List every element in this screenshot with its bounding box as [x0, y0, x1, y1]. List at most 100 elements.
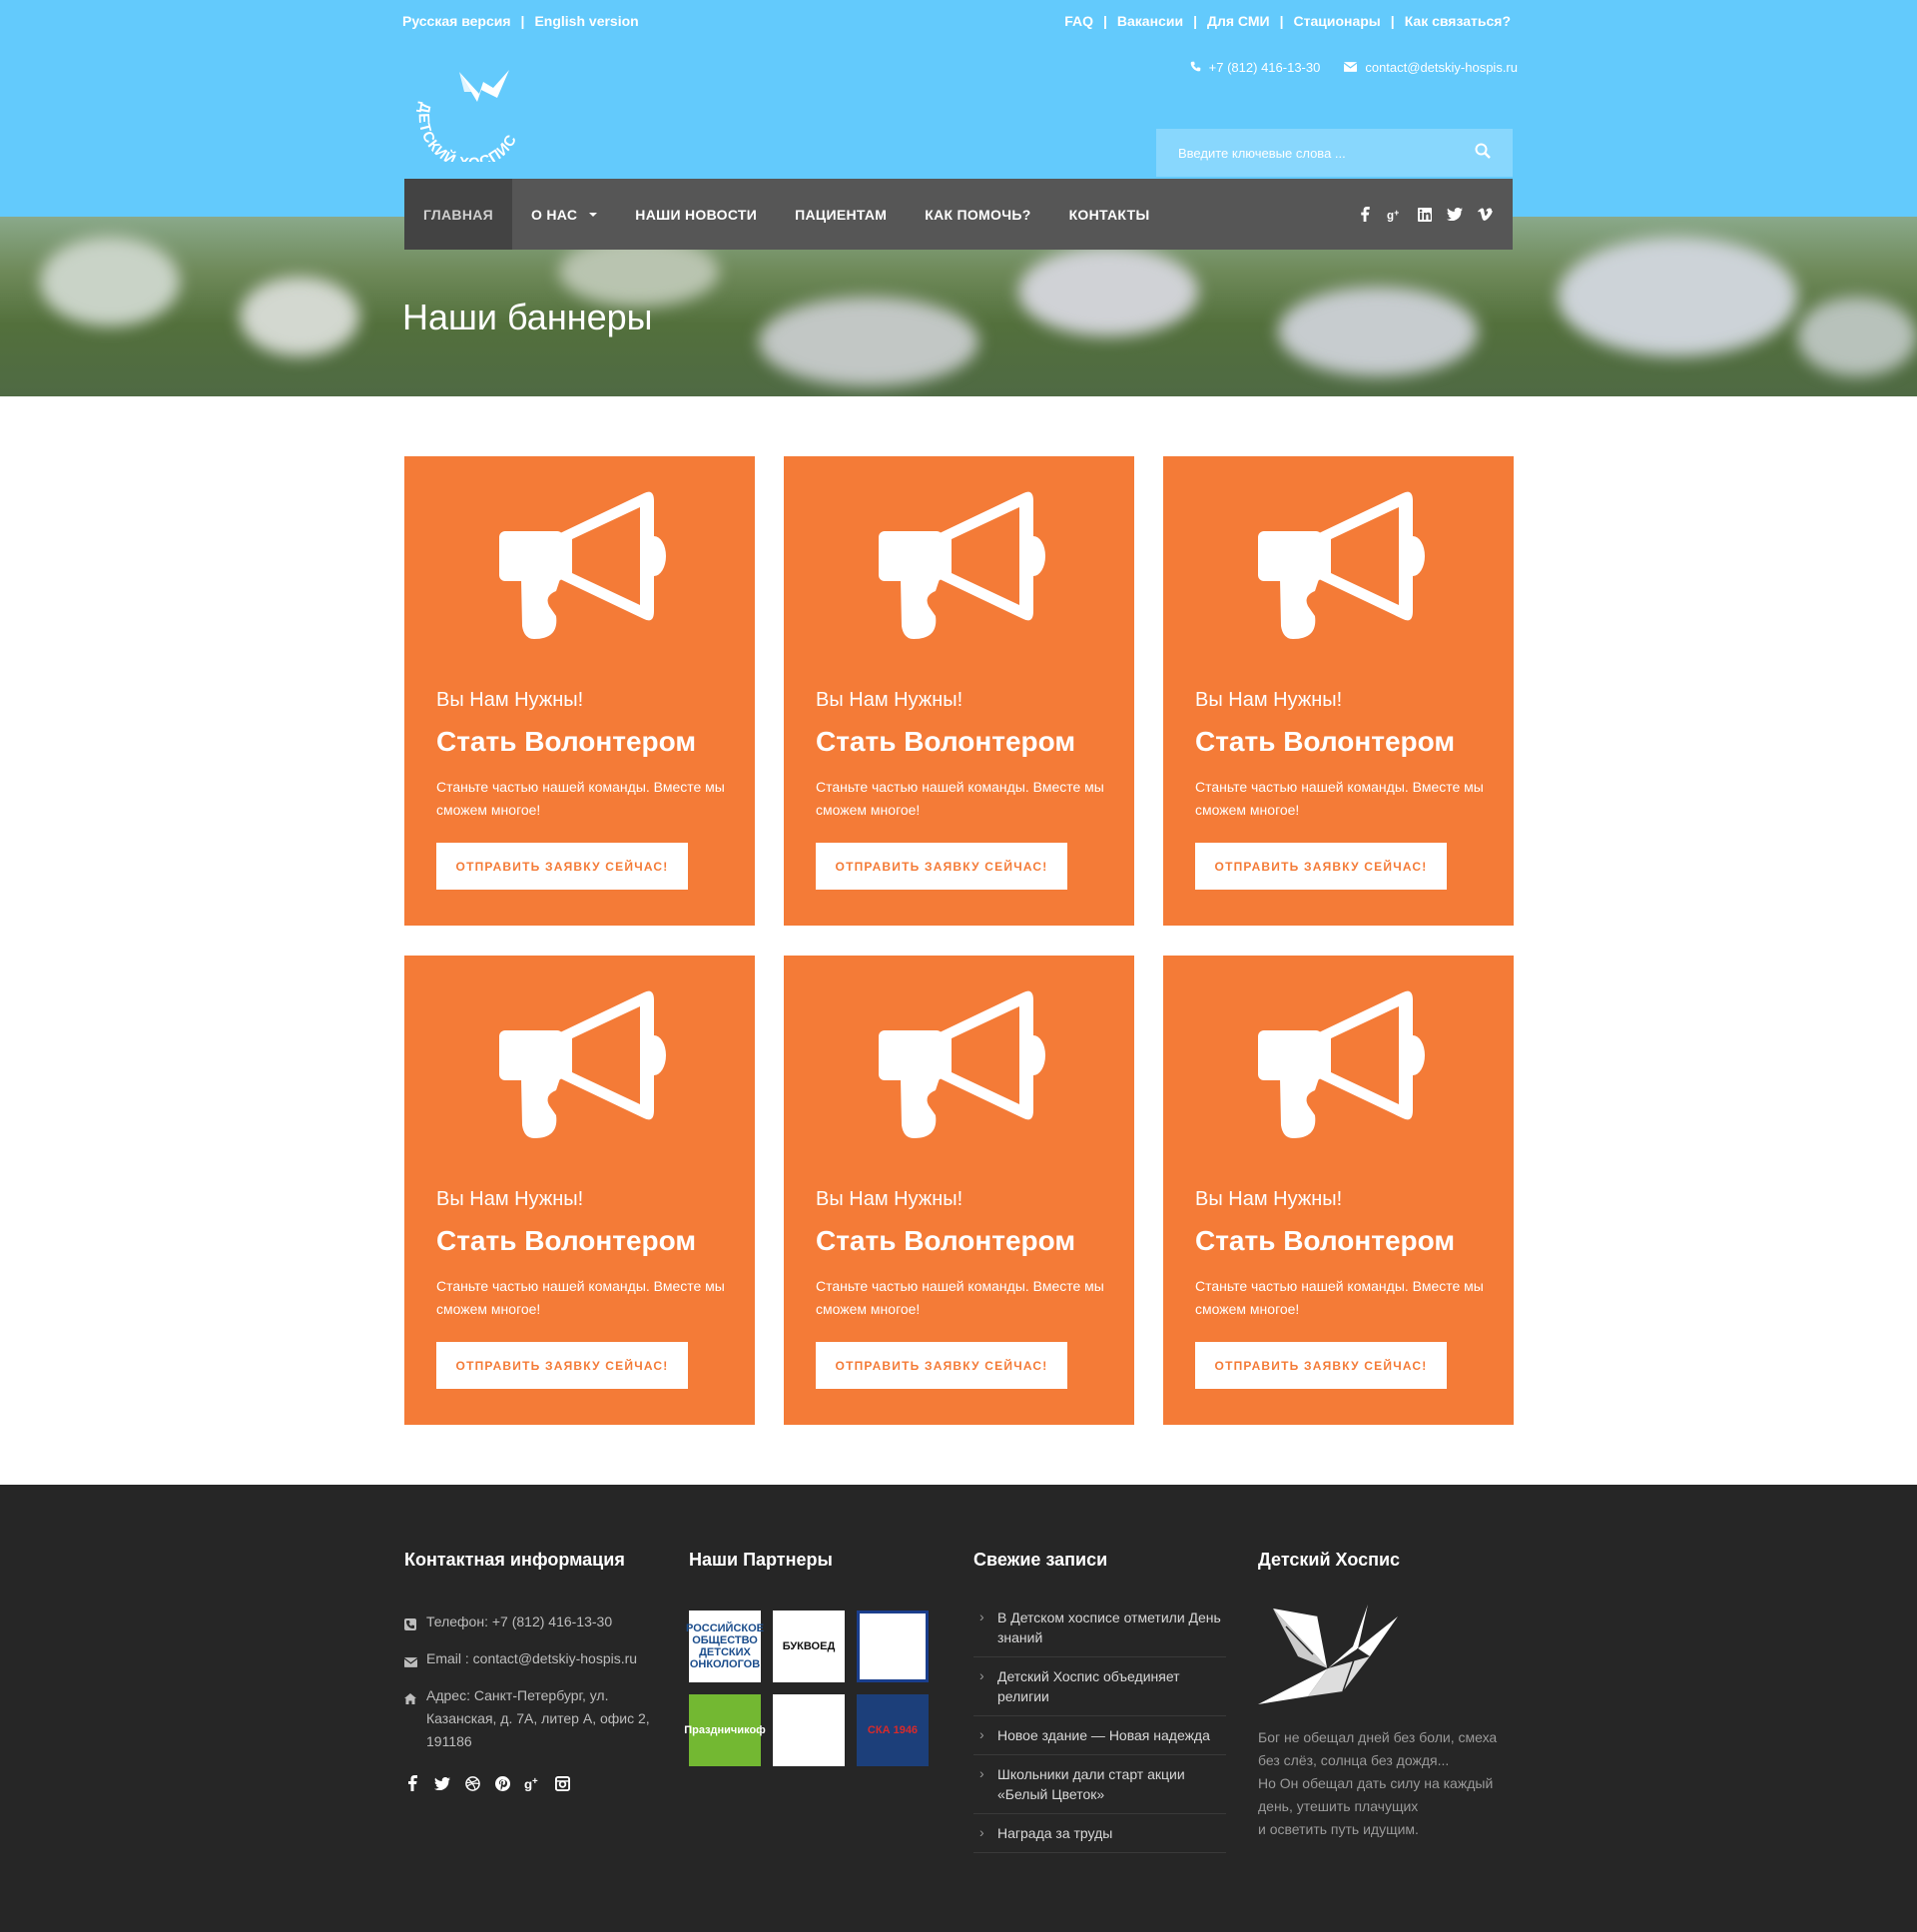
google-plus-icon[interactable]: g +	[1387, 207, 1403, 223]
card-description: Станьте частью нашей команды. Вместе мы …	[1195, 1278, 1484, 1317]
footer-partners-heading: Наши Партнеры	[689, 1550, 833, 1570]
card-title: Стать Волонтером	[436, 1225, 697, 1256]
envelope-icon	[1343, 60, 1358, 75]
nav-contacts[interactable]: КОНТАКТЫ	[1050, 179, 1169, 250]
volunteer-banner-card: Вы Нам Нужны! Стать Волонтером Станьте ч…	[404, 956, 755, 1425]
footer-hospice-column: Детский Хоспис Бог не обещал дней без бо…	[1258, 1550, 1518, 1841]
google-plus-icon[interactable]: g +	[524, 1775, 540, 1791]
partners-grid: РОССИЙСКОЕ ОБЩЕСТВО ДЕТСКИХ ОНКОЛОГОВ БУК…	[684, 1610, 929, 1766]
hero-bg-shape	[1797, 297, 1917, 376]
quote-line: день, утешить плачущих	[1258, 1798, 1419, 1814]
hero-bg-shape	[1558, 237, 1797, 356]
card-title: Стать Волонтером	[816, 726, 1076, 757]
site-footer: Контактная информация Телефон: +7 (812) …	[0, 1485, 1917, 1932]
partner-logo[interactable]: Праздничикоф	[684, 1694, 766, 1766]
pinterest-icon[interactable]	[494, 1775, 510, 1791]
twitter-icon[interactable]	[434, 1775, 450, 1791]
footer-social-links: g +	[404, 1775, 654, 1791]
card-subtitle: Вы Нам Нужны!	[436, 1188, 584, 1210]
svg-text:g: g	[524, 1776, 532, 1791]
partner-logo[interactable]	[773, 1694, 845, 1766]
nav-how-to-help[interactable]: КАК ПОМОЧЬ?	[906, 179, 1049, 250]
submit-application-button[interactable]: ОТПРАВИТЬ ЗАЯВКУ СЕЙЧАС!	[1195, 843, 1447, 890]
megaphone-icon	[1253, 491, 1428, 641]
partner-logo[interactable]: РОССИЙСКОЕ ОБЩЕСТВО ДЕТСКИХ ОНКОЛОГОВ	[686, 1610, 764, 1682]
submit-application-button[interactable]: ОТПРАВИТЬ ЗАЯВКУ СЕЙЧАС!	[436, 1342, 688, 1389]
card-description: Станьте частью нашей команды. Вместе мы …	[816, 1278, 1104, 1317]
instagram-icon[interactable]	[554, 1775, 570, 1791]
facebook-icon[interactable]	[404, 1775, 420, 1791]
card-title: Стать Волонтером	[436, 726, 697, 757]
footer-posts-heading: Свежие записи	[973, 1550, 1108, 1570]
submit-application-button[interactable]: ОТПРАВИТЬ ЗАЯВКУ СЕЙЧАС!	[816, 843, 1067, 890]
press-link[interactable]: Для СМИ	[1207, 13, 1270, 29]
footer-contact-column: Контактная информация Телефон: +7 (812) …	[403, 1550, 654, 1791]
footer-hospice-heading: Детский Хоспис	[1258, 1550, 1401, 1570]
megaphone-icon	[874, 990, 1048, 1140]
card-subtitle: Вы Нам Нужны!	[816, 689, 963, 711]
submit-application-button[interactable]: ОТПРАВИТЬ ЗАЯВКУ СЕЙЧАС!	[436, 843, 688, 890]
nav-patients[interactable]: ПАЦИЕНТАМ	[776, 179, 906, 250]
vimeo-icon[interactable]	[1477, 207, 1493, 223]
card-title: Стать Волонтером	[816, 1225, 1076, 1256]
main-nav: ГЛАВНАЯ О НАС НАШИ НОВОСТИ ПАЦИЕНТАМ КАК…	[404, 179, 1513, 250]
dribbble-icon[interactable]	[464, 1775, 480, 1791]
contact-us-link[interactable]: Как связаться?	[1405, 13, 1511, 29]
footer-address: Адрес: Санкт-Петербург, ул. Казанская, д…	[404, 1684, 654, 1753]
partner-logo[interactable]: БУКВОЕД	[773, 1610, 845, 1682]
recent-post-link[interactable]: Новое здание — Новая надежда	[973, 1716, 1226, 1755]
hospitals-link[interactable]: Стационары	[1293, 13, 1380, 29]
recent-post-link[interactable]: Детский Хоспис объединяет религии	[973, 1657, 1226, 1716]
card-description: Станьте частью нашей команды. Вместе мы …	[436, 1278, 725, 1317]
submit-application-button[interactable]: ОТПРАВИТЬ ЗАЯВКУ СЕЙЧАС!	[1195, 1342, 1447, 1389]
partner-logo[interactable]: СКА 1946	[857, 1694, 929, 1766]
footer-email[interactable]: Email : contact@detskiy-hospis.ru	[403, 1647, 654, 1674]
lang-english-link[interactable]: English version	[534, 13, 638, 29]
facebook-icon[interactable]	[1357, 207, 1373, 223]
card-title: Стать Волонтером	[1195, 726, 1456, 757]
page-title: Наши баннеры	[402, 297, 653, 337]
lang-russian-link[interactable]: Русская версия	[402, 13, 511, 29]
search-icon[interactable]	[1475, 143, 1491, 164]
quote-line: и осветить путь идущим.	[1258, 1821, 1419, 1837]
envelope-icon	[403, 1651, 418, 1674]
recent-post-link[interactable]: В Детском хосписе отметили День знаний	[973, 1599, 1226, 1657]
twitter-icon[interactable]	[1447, 207, 1463, 223]
card-subtitle: Вы Нам Нужны!	[1195, 689, 1343, 711]
quote-line: без слёз, солнца без дождя...	[1258, 1752, 1450, 1768]
recent-post-link[interactable]: Школьники дали старт акции «Белый Цветок…	[973, 1755, 1226, 1814]
quote-line: Бог не обещал дней без боли, смеха	[1258, 1729, 1498, 1745]
volunteer-banner-card: Вы Нам Нужны! Стать Волонтером Станьте ч…	[784, 956, 1134, 1425]
site-logo[interactable]: ДЕТСКИЙ ХОСПИС	[409, 62, 549, 173]
card-description: Станьте частью нашей команды. Вместе мы …	[816, 779, 1104, 818]
language-switcher: Русская версия | English version	[402, 13, 639, 29]
nav-about[interactable]: О НАС	[512, 179, 616, 250]
card-subtitle: Вы Нам Нужны!	[436, 689, 584, 711]
crane-logo-icon	[1258, 1597, 1518, 1716]
phone-icon	[1190, 60, 1201, 75]
svg-text:+: +	[1394, 208, 1399, 218]
partner-logo[interactable]	[857, 1610, 929, 1682]
jobs-link[interactable]: Вакансии	[1117, 13, 1183, 29]
megaphone-icon	[494, 990, 669, 1140]
recent-post-link[interactable]: Награда за труды	[973, 1814, 1226, 1853]
card-subtitle: Вы Нам Нужны!	[816, 1188, 963, 1210]
svg-text:ДЕТСКИЙ ХОСПИС: ДЕТСКИЙ ХОСПИС	[415, 101, 521, 162]
volunteer-banner-card: Вы Нам Нужны! Стать Волонтером Станьте ч…	[784, 456, 1134, 926]
phone-icon	[404, 1614, 418, 1637]
footer-phone-text: Телефон: +7 (812) 416-13-30	[426, 1613, 613, 1629]
linkedin-icon[interactable]	[1417, 207, 1433, 223]
submit-application-button[interactable]: ОТПРАВИТЬ ЗАЯВКУ СЕЙЧАС!	[816, 1342, 1067, 1389]
header-phone-text: +7 (812) 416-13-30	[1208, 60, 1321, 75]
faq-link[interactable]: FAQ	[1064, 13, 1093, 29]
nav-news[interactable]: НАШИ НОВОСТИ	[616, 179, 776, 250]
hero-bg-shape	[759, 297, 978, 386]
search-box[interactable]: Введите ключевые слова ...	[1156, 129, 1513, 177]
hero-bg-shape	[1018, 247, 1198, 336]
footer-partners-column: Наши Партнеры РОССИЙСКОЕ ОБЩЕСТВО ДЕТСКИ…	[684, 1550, 929, 1766]
nav-home[interactable]: ГЛАВНАЯ	[404, 179, 513, 250]
header-email-text: contact@detskiy-hospis.ru	[1365, 60, 1518, 75]
header-email[interactable]: contact@detskiy-hospis.ru	[1343, 60, 1518, 75]
search-input[interactable]: Введите ключевые слова ...	[1178, 146, 1475, 161]
footer-recent-posts-column: Свежие записи В Детском хосписе отметили…	[973, 1550, 1226, 1853]
